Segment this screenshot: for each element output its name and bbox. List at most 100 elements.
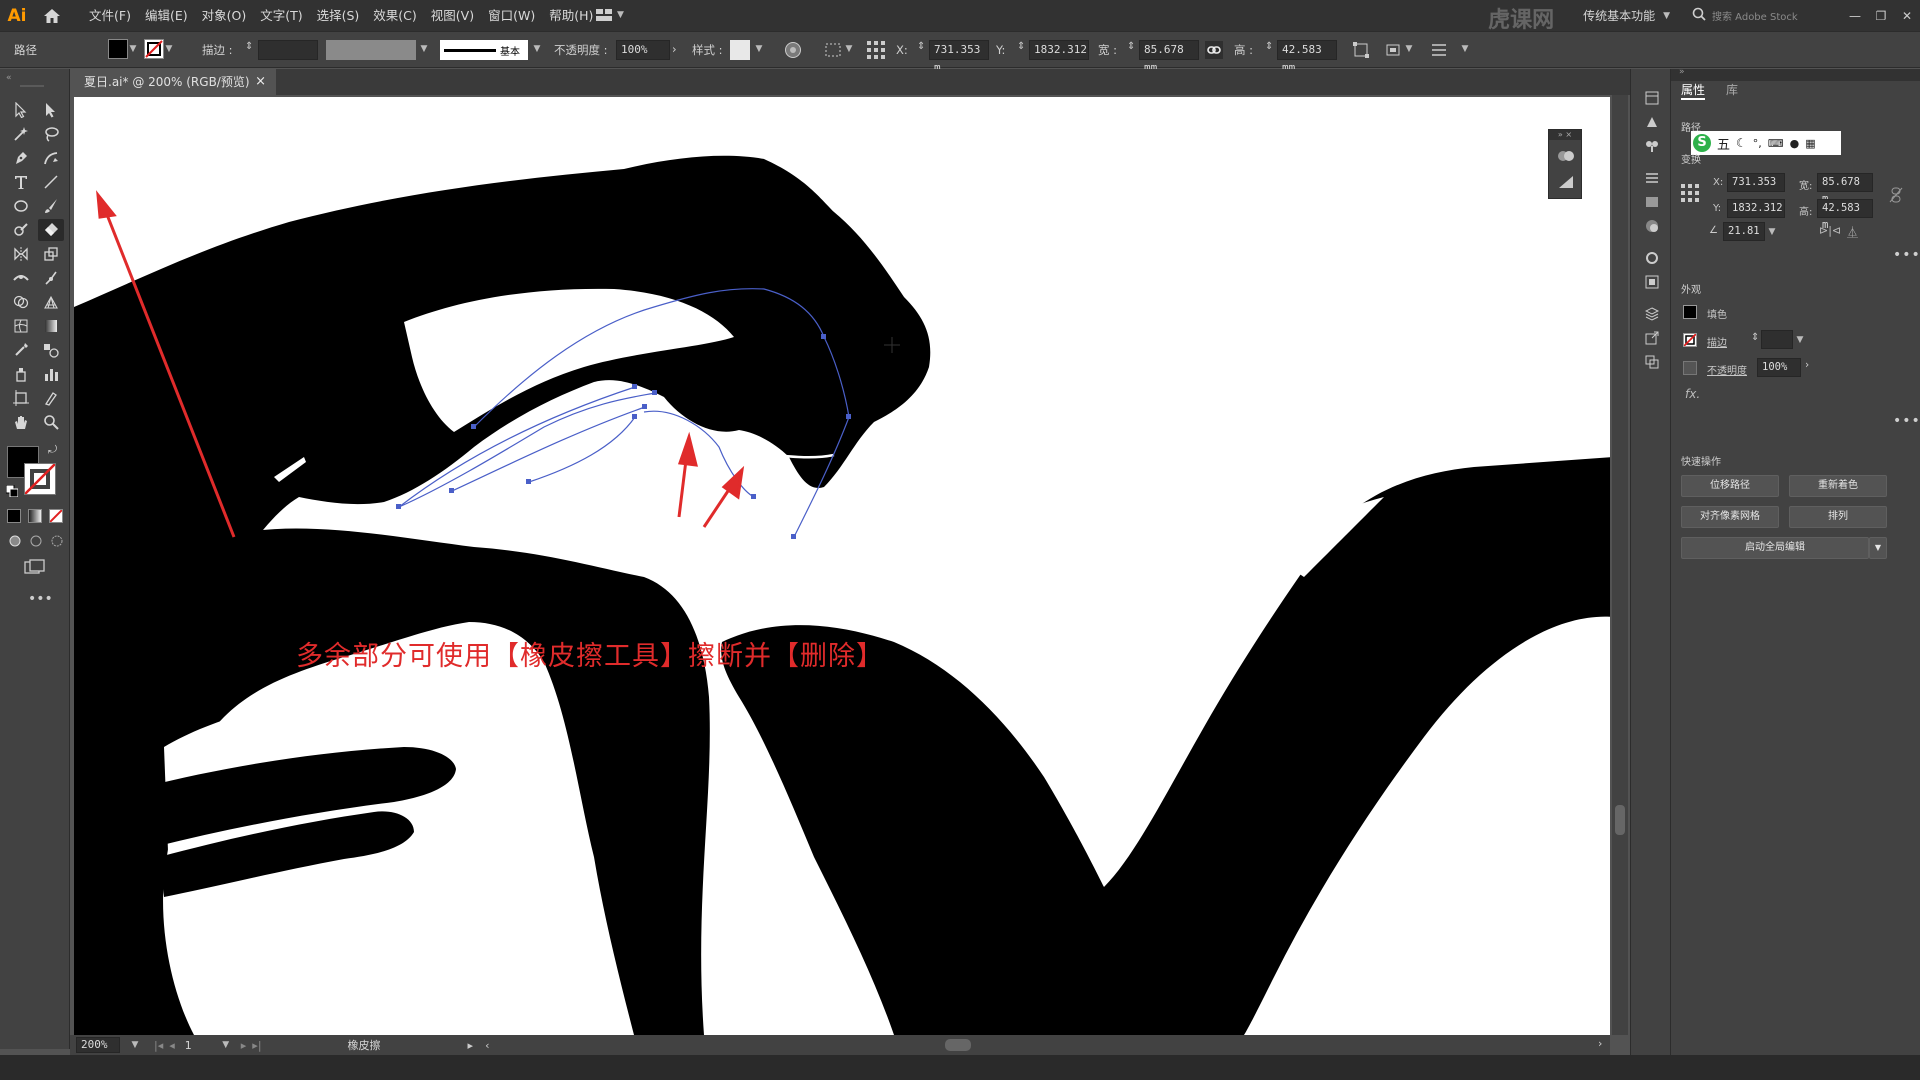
stroke-swatch[interactable] [1683, 333, 1697, 347]
scroll-thumb[interactable] [1615, 805, 1625, 835]
stroke-weight-field[interactable] [258, 40, 318, 60]
restore-icon[interactable]: ❐ [1868, 9, 1894, 23]
canvas-area[interactable]: » × 多余部分可使用【橡皮擦工具】擦断并【删除】 [70, 95, 1610, 1035]
grid-icon[interactable]: ▦ [1805, 137, 1815, 150]
fill-swatch[interactable] [108, 39, 128, 59]
chevron-right-icon[interactable]: › [1598, 1037, 1602, 1050]
menu-window[interactable]: 窗口(W) [481, 0, 542, 31]
variable-width-profile[interactable] [326, 40, 416, 60]
prev-artboard-icon[interactable]: ◂ [169, 1039, 175, 1052]
default-colors-icon[interactable] [5, 484, 19, 500]
height-field[interactable]: 42.583 mm [1277, 40, 1337, 74]
chevron-down-icon[interactable]: ▼ [532, 44, 542, 54]
chevron-down-icon[interactable]: ▼ [221, 1040, 231, 1050]
brush-definition[interactable]: 基本 [440, 40, 528, 60]
type-tool-icon[interactable] [8, 171, 34, 193]
x-stepper[interactable]: ⇕ [917, 41, 925, 52]
y-stepper[interactable]: ⇕ [1017, 41, 1025, 52]
properties-icon[interactable] [1645, 91, 1659, 108]
scale-tool-icon[interactable] [38, 243, 64, 265]
artboards-icon[interactable] [1645, 355, 1659, 372]
menu-type[interactable]: 文字(T) [253, 0, 309, 31]
menu-effect[interactable]: 效果(C) [366, 0, 423, 31]
line-segment-tool-icon[interactable] [38, 171, 64, 193]
arrange-documents-button[interactable]: ▼ [595, 8, 624, 22]
mesh-tool-icon[interactable] [8, 315, 34, 337]
appearance-icon[interactable] [1557, 148, 1575, 167]
swap-fill-stroke-icon[interactable]: ⤾ [48, 443, 57, 457]
expand-panel-icon[interactable]: » [1679, 67, 1685, 77]
curvature-tool-icon[interactable] [38, 147, 64, 169]
artboard[interactable]: » × 多余部分可使用【橡皮擦工具】擦断并【删除】 [74, 97, 1610, 1035]
eraser-tool-icon[interactable] [38, 219, 64, 241]
chevron-down-icon[interactable]: ▼ [1795, 335, 1805, 345]
zoom-field[interactable]: 200% [76, 1037, 120, 1053]
recolor-artwork-icon[interactable] [784, 41, 802, 62]
chevron-right-icon[interactable]: › [672, 42, 677, 56]
chevron-down-icon[interactable]: ▼ [164, 44, 174, 54]
chevron-down-icon[interactable]: ▼ [1460, 44, 1470, 54]
reference-point-icon[interactable] [866, 40, 886, 63]
home-icon[interactable] [34, 0, 70, 31]
panel-menu-icon[interactable] [1430, 41, 1448, 62]
stroke-weight-stepper[interactable]: ⇕ [245, 41, 253, 52]
x-field[interactable]: 731.353 m [929, 40, 989, 74]
symbols-icon[interactable] [1645, 139, 1659, 156]
flip-horizontal-icon[interactable]: ⊳|⊲ [1819, 224, 1841, 237]
width-tool-icon[interactable] [8, 267, 34, 289]
chevron-down-icon[interactable]: ▼ [1767, 227, 1777, 237]
opacity-field[interactable]: 100% [1757, 358, 1801, 377]
paintbrush-tool-icon[interactable] [38, 195, 64, 217]
gradient-mode-icon[interactable] [28, 509, 42, 523]
zoom-tool-icon[interactable] [38, 411, 64, 433]
symbol-sprayer-tool-icon[interactable] [8, 363, 34, 385]
stroke-weight-field[interactable] [1761, 330, 1793, 349]
workspace-switcher[interactable]: 传统基本功能 [1583, 7, 1655, 24]
column-graph-tool-icon[interactable] [38, 363, 64, 385]
gradient-panel-icon[interactable] [1645, 195, 1659, 212]
rotate-field[interactable]: 21.81 [1723, 222, 1765, 241]
height-field[interactable]: 42.583 m [1817, 199, 1873, 231]
chevron-down-icon[interactable]: ▼ [754, 44, 764, 54]
tab-properties[interactable]: 属性 [1681, 81, 1706, 100]
more-options-icon[interactable]: ••• [1893, 413, 1920, 429]
punctuation-icon[interactable]: °, [1753, 137, 1762, 150]
stroke-weight-stepper[interactable]: ⇕ [1751, 332, 1759, 343]
floating-panel-header[interactable]: » × [1549, 130, 1581, 140]
stroke-color-box[interactable] [24, 463, 56, 495]
minimize-icon[interactable]: — [1842, 9, 1868, 23]
lasso-tool-icon[interactable] [38, 123, 64, 145]
isolate-object-icon[interactable] [1384, 41, 1402, 62]
menu-help[interactable]: 帮助(H) [542, 0, 600, 31]
align-pixel-grid-button[interactable]: 对齐像素网格 [1681, 506, 1779, 528]
first-artboard-icon[interactable]: |◂ [154, 1039, 163, 1052]
constrain-proportions-icon[interactable] [1205, 41, 1223, 62]
none-mode-icon[interactable] [49, 509, 63, 523]
chevron-down-icon[interactable]: ▼ [1404, 44, 1414, 54]
opacity-field[interactable]: 100% [616, 40, 670, 60]
perspective-grid-tool-icon[interactable] [38, 291, 64, 313]
y-field[interactable]: 1832.312 [1029, 40, 1089, 60]
y-field[interactable]: 1832.312 [1727, 199, 1785, 218]
reference-point-icon[interactable] [1681, 184, 1699, 205]
edit-toolbar-icon[interactable]: ••• [28, 591, 53, 607]
opacity-label[interactable]: 不透明度 [1707, 362, 1747, 377]
magic-wand-tool-icon[interactable] [8, 123, 34, 145]
menu-select[interactable]: 选择(S) [310, 0, 367, 31]
more-options-icon[interactable]: ••• [1893, 247, 1920, 263]
gradient-panel-icon[interactable] [1557, 174, 1575, 193]
horizontal-scroll-thumb[interactable] [945, 1039, 971, 1051]
layers-icon[interactable] [1644, 307, 1660, 324]
global-edit-button[interactable]: 启动全局编辑 [1681, 537, 1869, 559]
stroke-swatch[interactable] [144, 39, 164, 59]
draw-behind-icon[interactable] [29, 534, 43, 551]
chevron-right-icon[interactable]: ▸ [468, 1039, 474, 1052]
draw-inside-icon[interactable] [50, 534, 64, 551]
keyboard-icon[interactable]: ⌨ [1768, 137, 1784, 150]
chevron-down-icon[interactable]: ▼ [419, 44, 429, 54]
x-field[interactable]: 731.353 [1727, 173, 1785, 192]
user-icon[interactable]: ● [1790, 137, 1800, 150]
collapse-panel-icon[interactable]: « [6, 73, 12, 83]
arrange-button[interactable]: 排列 [1789, 506, 1887, 528]
chevron-left-icon[interactable]: ‹ [485, 1039, 489, 1052]
